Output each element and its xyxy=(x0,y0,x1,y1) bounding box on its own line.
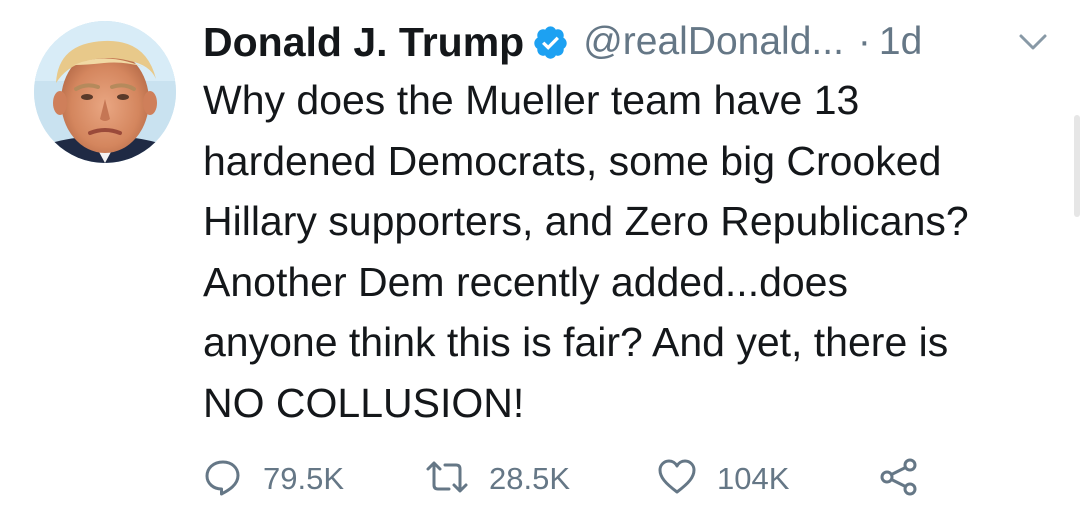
tweet-text-line: NO COLLUSION! xyxy=(203,379,525,426)
tweet-actions: 79.5K 28.5K 104K xyxy=(203,454,1003,504)
like-button[interactable]: 104K xyxy=(657,454,789,504)
like-count: 104K xyxy=(717,461,790,496)
tweet-card[interactable]: Donald J. Trump @realDonald... · 1d Why … xyxy=(0,0,1080,521)
scrollbar[interactable] xyxy=(1074,115,1080,217)
tweet-text-line: Why does the Mueller team have 13 xyxy=(203,77,860,123)
tweet-text-line: Another Dem recently added...does xyxy=(203,258,848,305)
tweet-header: Donald J. Trump @realDonald... · 1d xyxy=(203,14,922,70)
verified-badge-icon xyxy=(532,24,569,61)
avatar-image xyxy=(34,21,176,163)
separator-dot: · xyxy=(857,20,871,63)
reply-button[interactable]: 79.5K xyxy=(203,454,344,504)
tweet-text-line: Hillary supporters, and Zero Republicans… xyxy=(203,198,969,244)
share-nodes-icon xyxy=(879,457,919,502)
heart-icon xyxy=(657,457,697,502)
tweet-timestamp[interactable]: 1d xyxy=(879,20,922,64)
tweet-text: Why does the Mueller team have 13 harden… xyxy=(203,70,1063,433)
chevron-down-icon[interactable] xyxy=(1016,30,1050,54)
avatar[interactable] xyxy=(34,21,176,163)
author-handle[interactable]: @realDonald... xyxy=(583,20,844,64)
retweet-button[interactable]: 28.5K xyxy=(425,454,570,504)
share-button[interactable] xyxy=(879,454,919,504)
retweet-arrows-icon xyxy=(425,457,469,502)
reply-count: 79.5K xyxy=(263,461,345,496)
author-name[interactable]: Donald J. Trump xyxy=(203,19,524,66)
tweet-text-line: anyone think this is fair? And yet, ther… xyxy=(203,319,949,365)
tweet-text-line: hardened Democrats, some big Crooked xyxy=(203,137,942,184)
speech-bubble-icon xyxy=(203,457,243,502)
retweet-count: 28.5K xyxy=(489,461,571,496)
